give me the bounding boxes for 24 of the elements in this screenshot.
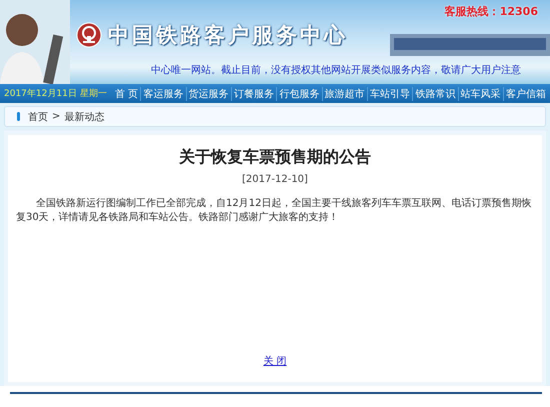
notice-date: [2017-12-10]	[242, 174, 308, 185]
nav-link[interactable]: 订餐服务	[230, 86, 276, 100]
breadcrumb-link[interactable]: 最新动态	[64, 110, 104, 124]
breadcrumb-separator: >	[52, 111, 60, 122]
notice-body: 全国铁路新运行图编制工作已全部完成，自12月12日起，全国主要干线旅客列车车票互联网、电话订票预售期恢复30天，详情请见各铁路局和车站公告。铁路部门感谢广大旅客的支持！	[16, 197, 532, 225]
nav-link[interactable]: 行包服务	[276, 86, 322, 100]
hotline-text: 客服热线：12306	[444, 4, 538, 19]
nav-link[interactable]: 站车风采	[458, 86, 503, 100]
railway-logo-icon	[76, 22, 102, 48]
nav-link[interactable]: 首 页	[112, 86, 140, 100]
notice-text: 中心唯一网站。截止目前，没有授权其他网站开展类似服务内容，敬请广大用户注意	[151, 64, 522, 77]
close-link[interactable]: 关 闭	[263, 354, 287, 368]
breadcrumb-link[interactable]: 首页	[28, 110, 48, 124]
date-text: 2017年12月11日	[3, 88, 77, 100]
nav-link[interactable]: 客户信箱	[502, 86, 548, 100]
weekday-text: 星期一	[80, 88, 107, 100]
nav-link[interactable]: 货运服务	[186, 86, 231, 100]
nav-link[interactable]: 客运服务	[140, 86, 186, 100]
nav-link[interactable]: 车站引导	[366, 86, 412, 100]
nav-link[interactable]: 铁路常识	[412, 86, 458, 100]
notice-title: 关于恢复车票预售期的公告	[179, 147, 371, 168]
nav-link[interactable]: 旅游超市	[322, 86, 367, 100]
site-title: 中国铁路客户服务中心	[108, 22, 348, 49]
bullet-marker	[17, 112, 20, 121]
